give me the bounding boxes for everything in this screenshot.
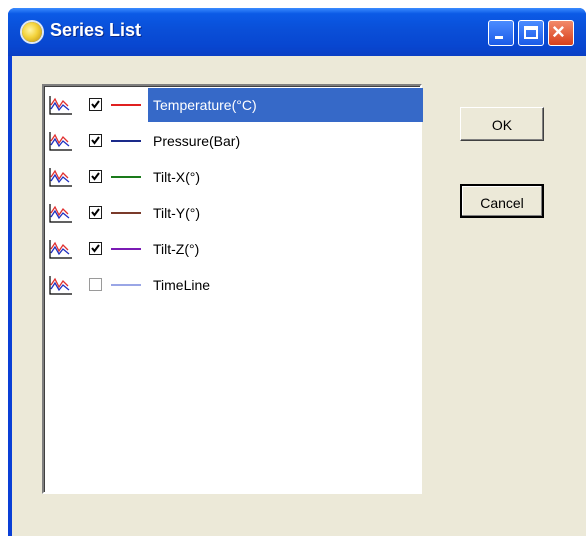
line-chart-icon bbox=[49, 240, 72, 259]
series-color-swatch bbox=[111, 284, 141, 286]
line-chart-icon bbox=[49, 204, 72, 223]
check-icon bbox=[91, 244, 100, 253]
series-checkbox[interactable] bbox=[89, 98, 102, 111]
dialog-client-area: Temperature(°C) Pressure(Bar) Tilt-X(°) … bbox=[12, 56, 586, 536]
series-label: Tilt-Z(°) bbox=[153, 241, 200, 257]
title-bar[interactable]: Series List × bbox=[8, 8, 586, 56]
series-color-swatch bbox=[111, 104, 141, 106]
series-item[interactable]: Temperature(°C) bbox=[48, 88, 423, 122]
minimize-icon bbox=[495, 36, 503, 39]
series-color-swatch bbox=[111, 212, 141, 214]
line-chart-icon bbox=[49, 132, 72, 151]
check-icon bbox=[91, 100, 100, 109]
line-chart-icon bbox=[49, 276, 72, 295]
line-chart-icon bbox=[49, 168, 72, 187]
series-color-swatch bbox=[111, 176, 141, 178]
series-checkbox[interactable] bbox=[89, 170, 102, 183]
cancel-button[interactable]: Cancel bbox=[460, 184, 544, 218]
app-icon bbox=[22, 22, 42, 42]
series-item[interactable]: TimeLine bbox=[48, 268, 418, 302]
window-title: Series List bbox=[50, 20, 142, 40]
series-label: Tilt-Y(°) bbox=[153, 205, 201, 221]
series-color-swatch bbox=[111, 248, 141, 250]
series-checkbox[interactable] bbox=[89, 278, 102, 291]
series-color-swatch bbox=[111, 140, 141, 142]
line-chart-icon bbox=[49, 96, 72, 115]
minimize-button[interactable] bbox=[488, 20, 514, 46]
maximize-icon bbox=[524, 26, 538, 39]
series-listbox[interactable]: Temperature(°C) Pressure(Bar) Tilt-X(°) … bbox=[42, 84, 423, 494]
series-item[interactable]: Tilt-Z(°) bbox=[48, 232, 418, 266]
series-label: Temperature(°C) bbox=[148, 88, 423, 122]
series-list-window: Series List × Temperature(°C) Pressure(B… bbox=[8, 8, 586, 536]
series-label: Tilt-X(°) bbox=[153, 169, 201, 185]
check-icon bbox=[91, 172, 100, 181]
close-icon: × bbox=[552, 19, 565, 44]
check-icon bbox=[91, 136, 100, 145]
series-label: TimeLine bbox=[153, 277, 211, 293]
series-item[interactable]: Pressure(Bar) bbox=[48, 124, 418, 158]
close-button[interactable]: × bbox=[548, 19, 574, 46]
maximize-button[interactable] bbox=[518, 20, 544, 46]
series-label: Pressure(Bar) bbox=[153, 133, 241, 149]
series-item[interactable]: Tilt-Y(°) bbox=[48, 196, 418, 230]
series-item[interactable]: Tilt-X(°) bbox=[48, 160, 418, 194]
series-checkbox[interactable] bbox=[89, 134, 102, 147]
series-checkbox[interactable] bbox=[89, 206, 102, 219]
ok-button[interactable]: OK bbox=[460, 107, 544, 141]
check-icon bbox=[91, 208, 100, 217]
series-checkbox[interactable] bbox=[89, 242, 102, 255]
